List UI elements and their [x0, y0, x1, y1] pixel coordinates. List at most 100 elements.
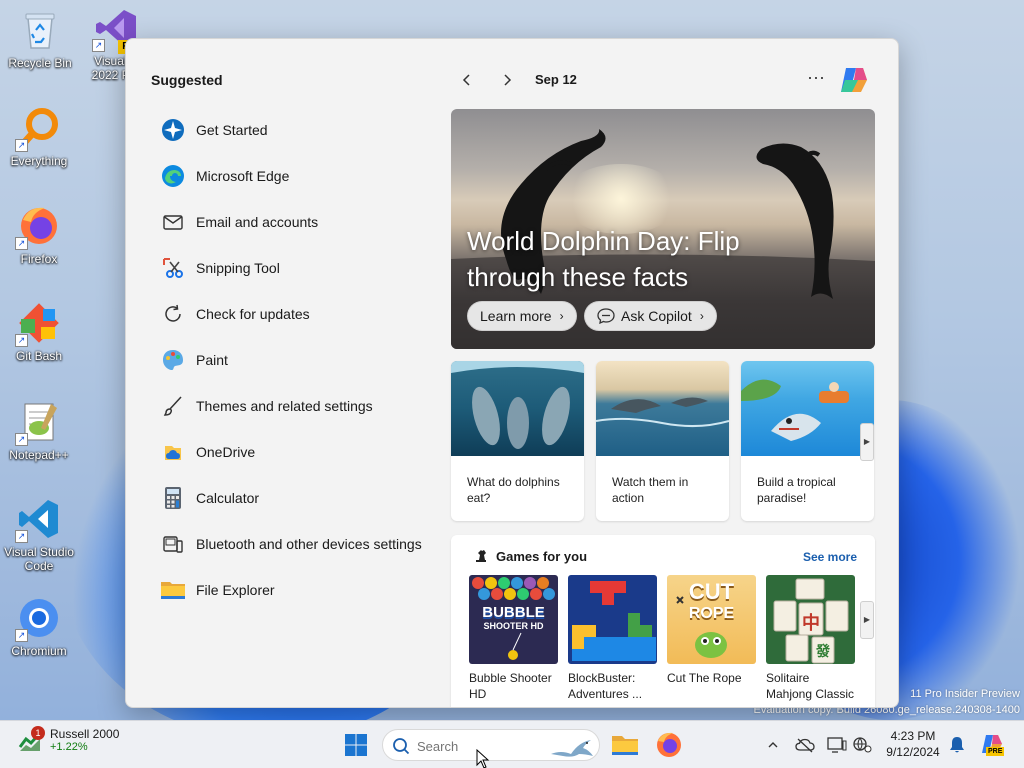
shortcut-arrow-icon: ↗: [15, 334, 28, 347]
cards-scroll-right-button[interactable]: ▶: [860, 423, 874, 461]
mahjong-tile-glyph-2: 發: [816, 643, 830, 659]
games-scroll-right-button[interactable]: ▶: [860, 601, 874, 639]
suggested-item-themes[interactable]: Themes and related settings: [151, 383, 436, 429]
suggested-item-label: Email and accounts: [196, 214, 319, 230]
mahjong-tile-glyph: 中: [802, 613, 820, 633]
current-date: Sep 12: [535, 72, 577, 87]
suggested-item-label: Snipping Tool: [196, 260, 280, 276]
suggested-item-label: Microsoft Edge: [196, 168, 290, 184]
see-more-link[interactable]: See more: [803, 550, 857, 564]
start-button[interactable]: [344, 733, 368, 757]
suggested-item-get-started[interactable]: Get Started: [151, 107, 436, 153]
suggested-item-file-explorer[interactable]: File Explorer: [151, 567, 436, 613]
more-options-button[interactable]: ···: [804, 68, 828, 92]
show-hidden-icons-button[interactable]: [762, 734, 784, 756]
game-tile-cut-the-rope[interactable]: CUT ROPE Cut The Rope: [667, 575, 756, 686]
onedrive-icon: [160, 439, 186, 465]
notepad-plus-plus-icon: ↗: [15, 400, 61, 446]
game-tile-blockbuster[interactable]: BlockBuster: Adventures ...: [568, 575, 657, 702]
hero-headline: World Dolphin Day: Flip through these fa…: [467, 226, 740, 292]
desktop-icon-label: Firefox: [20, 252, 58, 266]
desktop-icon-label: Everything: [10, 154, 68, 168]
desktop-icon-label: Chromium: [11, 644, 67, 658]
card-image: [741, 361, 874, 456]
chevron-right-icon: ›: [699, 309, 704, 323]
mouse-cursor-icon: [476, 749, 490, 768]
suggested-item-onedrive[interactable]: OneDrive: [151, 429, 436, 475]
suggested-item-check-updates[interactable]: Check for updates: [151, 291, 436, 337]
network-volume-tray-button[interactable]: [852, 734, 874, 756]
suggested-item-snipping-tool[interactable]: Snipping Tool: [151, 245, 436, 291]
suggested-item-microsoft-edge[interactable]: Microsoft Edge: [151, 153, 436, 199]
suggested-item-label: Themes and related settings: [196, 398, 373, 414]
windows-logo-icon: [345, 734, 367, 756]
game-name: Cut The Rope: [667, 671, 742, 685]
previous-day-button[interactable]: [455, 68, 479, 92]
desktop-icon-firefox[interactable]: ↗ Firefox: [0, 204, 79, 266]
learn-more-button[interactable]: Learn more ›: [467, 301, 577, 331]
shortcut-arrow-icon: ↗: [15, 237, 28, 250]
news-card-watch-action[interactable]: Watch them in action: [596, 361, 729, 521]
desktop-icon-label: Recycle Bin: [8, 56, 72, 70]
triangle-right-icon: ▶: [863, 615, 871, 624]
notification-badge: 1: [31, 726, 45, 740]
news-card-tropical-paradise[interactable]: Build a tropical paradise!: [741, 361, 874, 521]
copilot-button[interactable]: [838, 65, 870, 95]
games-heading: Games for you: [496, 549, 588, 564]
suggested-item-label: Paint: [196, 352, 228, 368]
next-day-button[interactable]: [495, 68, 519, 92]
monitor-icon: [827, 737, 847, 753]
desktop-icon-git-bash[interactable]: ↗ Git Bash: [0, 301, 79, 363]
chevron-right-icon: ›: [559, 309, 564, 323]
display-tray-button[interactable]: [826, 734, 848, 756]
desktop-icon-chromium[interactable]: ↗ Chromium: [0, 596, 79, 658]
recycle-bin-icon: [18, 8, 62, 52]
desktop-icon-everything[interactable]: ↗ Everything: [0, 106, 79, 168]
ask-copilot-button[interactable]: Ask Copilot ›: [584, 301, 717, 331]
onedrive-tray-button[interactable]: [794, 734, 816, 756]
news-card-dolphins-eat[interactable]: What do dolphins eat?: [451, 361, 584, 521]
suggested-item-paint[interactable]: Paint: [151, 337, 436, 383]
suggested-item-label: Get Started: [196, 122, 268, 138]
taskbar: 1 Russell 2000 +1.22% 4:23 PM 9/12/2024: [0, 720, 1024, 768]
search-input[interactable]: [417, 738, 527, 754]
system-clock[interactable]: 4:23 PM 9/12/2024: [880, 728, 946, 760]
copilot-taskbar-button[interactable]: PRE: [980, 733, 1005, 757]
card-image: [451, 361, 584, 456]
shortcut-arrow-icon: ↗: [15, 139, 28, 152]
chat-bubble-icon: [597, 308, 615, 324]
taskbar-firefox[interactable]: [654, 730, 684, 760]
desktop-icon-notepad-plus-plus[interactable]: ↗ Notepad++: [0, 400, 79, 462]
search-icon: [393, 738, 410, 755]
cloud-offline-icon: [795, 738, 815, 753]
suggested-item-email-accounts[interactable]: Email and accounts: [151, 199, 436, 245]
globe-settings-icon: [853, 737, 872, 753]
suggested-item-calculator[interactable]: Calculator: [151, 475, 436, 521]
firefox-icon: ↗: [15, 204, 61, 250]
chevron-left-icon: [462, 74, 470, 86]
hero-news-card[interactable]: World Dolphin Day: Flip through these fa…: [451, 109, 875, 349]
notifications-button[interactable]: [946, 734, 968, 756]
chess-piece-icon: [476, 550, 486, 562]
desktop-icon-label: Notepad++: [9, 448, 69, 462]
chevron-up-icon: [768, 742, 778, 748]
game-logo-subtext: SHOOTER HD: [483, 621, 544, 631]
game-logo-text: BUBBLE: [482, 604, 545, 621]
suggested-item-label: Bluetooth and other devices settings: [196, 536, 422, 552]
search-home-panel: Suggested Get Started Microsoft Edge Ema…: [125, 38, 899, 708]
stocks-widget[interactable]: 1 Russell 2000 +1.22%: [18, 726, 119, 753]
suggested-item-bluetooth[interactable]: Bluetooth and other devices settings: [151, 521, 436, 567]
copilot-icon: [841, 68, 867, 92]
game-tile-mahjong[interactable]: 中 發 Solitaire Mahjong Classic: [766, 575, 855, 702]
game-name: Bubble Shooter HD: [469, 671, 552, 701]
desktop-icon-recycle-bin[interactable]: Recycle Bin: [0, 8, 80, 70]
chromium-icon: ↗: [15, 596, 61, 642]
preview-badge: PRE: [986, 747, 1005, 756]
bell-icon: [950, 737, 964, 753]
game-tile-bubble-shooter[interactable]: BUBBLE SHOOTER HD Bubble Shooter HD: [469, 575, 558, 702]
desktop-icon-label-line1: Visual Studio: [4, 545, 74, 559]
taskbar-search-box[interactable]: [382, 729, 600, 761]
desktop-icon-vscode[interactable]: ↗ Visual Studio Code: [0, 497, 79, 573]
taskbar-file-explorer[interactable]: [610, 730, 640, 760]
firefox-icon: [657, 732, 681, 757]
